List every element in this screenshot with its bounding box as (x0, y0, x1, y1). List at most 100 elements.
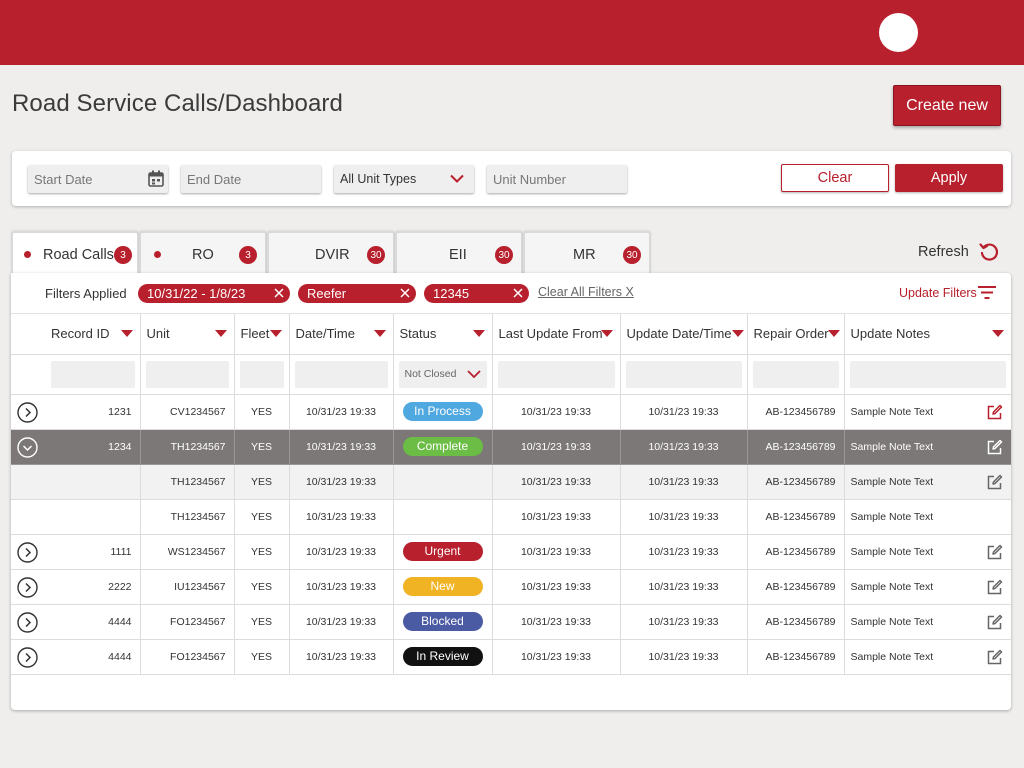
update-notes-cell: Sample Note Text (844, 499, 1011, 535)
unit-number-placeholder: Unit Number (493, 171, 566, 187)
update-filters-link[interactable]: Update Filters (899, 286, 977, 300)
update-date-time-cell: 10/31/23 19:33 (620, 499, 748, 535)
column-header-update-date-time[interactable]: Update Date/Time (620, 314, 748, 355)
update-notes-filter-input[interactable] (849, 360, 1006, 388)
notes-text: Sample Note Text (850, 440, 934, 453)
filter-chip-reefer[interactable]: Reefer (298, 284, 416, 303)
status-filter-select[interactable]: Not Closed (398, 360, 487, 388)
sort-icon[interactable] (373, 330, 386, 337)
filter-icon[interactable] (978, 285, 996, 300)
unit-number-field[interactable]: Unit Number (487, 165, 627, 193)
calendar-icon[interactable] (148, 170, 164, 187)
record-id: 4444 (108, 615, 132, 628)
repair-order-filter-input[interactable] (752, 360, 839, 388)
avatar[interactable] (879, 13, 918, 52)
tab-badge: 30 (495, 246, 513, 264)
chip-label: Reefer (307, 286, 347, 301)
update-date-time-cell: 10/31/23 19:33 (620, 429, 748, 465)
unit-filter-input[interactable] (145, 360, 229, 388)
sort-icon[interactable] (472, 330, 485, 337)
column-label: Last Update From (498, 326, 603, 342)
record-id-cell (11, 499, 141, 535)
clear-all-filters-link[interactable]: Clear All Filters X (538, 285, 634, 299)
table-row[interactable]: 4444 FO1234567 YES 10/31/23 19:33 Blocke… (11, 604, 1011, 640)
edit-icon[interactable] (986, 579, 1003, 596)
sort-icon[interactable] (120, 330, 133, 337)
chevron-right-circle-icon[interactable] (17, 541, 38, 563)
clear-button[interactable]: Clear (781, 164, 889, 192)
start-date-field[interactable]: Start Date (28, 165, 168, 193)
sort-icon[interactable] (269, 330, 282, 337)
edit-icon[interactable] (986, 544, 1003, 561)
table-row[interactable]: 2222 IU1234567 YES 10/31/23 19:33 New 10… (11, 569, 1011, 605)
tab-road-calls[interactable]: Road Calls 3 (11, 231, 139, 274)
update-notes-cell: Sample Note Text (844, 639, 1011, 675)
status-badge: In Review (402, 647, 483, 666)
column-header-update-notes[interactable]: Update Notes (844, 314, 1011, 355)
apply-button[interactable]: Apply (895, 164, 1003, 192)
column-header-last-update-from[interactable]: Last Update From (492, 314, 621, 355)
table-row[interactable]: 1231 CV1234567 YES 10/31/23 19:33 In Pro… (11, 394, 1011, 430)
close-icon[interactable] (274, 288, 284, 298)
edit-icon[interactable] (986, 474, 1003, 491)
last-update-from-filter-input[interactable] (497, 360, 615, 388)
date-time-cell: 10/31/23 19:33 (289, 464, 394, 500)
filter-chip-unit-number[interactable]: 12345 (424, 284, 529, 303)
unit-types-select[interactable]: All Unit Types (334, 165, 474, 193)
column-header-unit[interactable]: Unit (140, 314, 235, 355)
refresh-icon[interactable] (978, 241, 1000, 263)
tab-label: MR (573, 247, 596, 263)
table-row[interactable]: 1234 TH1234567 YES 10/31/23 19:33 Comple… (11, 429, 1011, 465)
edit-icon[interactable] (986, 649, 1003, 666)
sort-icon[interactable] (214, 330, 227, 337)
edit-icon[interactable] (986, 404, 1003, 421)
column-header-record-id[interactable]: Record ID (11, 314, 141, 355)
sort-icon[interactable] (992, 330, 1004, 337)
record-id-cell (11, 464, 141, 500)
table-row[interactable]: 4444 FO1234567 YES 10/31/23 19:33 In Rev… (11, 639, 1011, 675)
close-icon[interactable] (400, 288, 410, 298)
column-header-status[interactable]: Status (393, 314, 493, 355)
chevron-down-circle-icon[interactable] (17, 436, 38, 458)
tab-badge: 30 (623, 246, 641, 264)
refresh-button[interactable]: Refresh (918, 244, 969, 260)
create-new-button[interactable]: Create new (893, 85, 1001, 126)
tab-dvir[interactable]: DVIR 30 (267, 231, 395, 273)
filter-chip-date-range[interactable]: 10/31/22 - 1/8/23 (138, 284, 290, 303)
tab-mr[interactable]: MR 30 (523, 231, 651, 273)
end-date-field[interactable]: End Date (181, 165, 321, 193)
status-cell: In Review (393, 639, 493, 675)
column-header-fleet[interactable]: Fleet (234, 314, 290, 355)
chevron-right-circle-icon[interactable] (17, 576, 38, 598)
record-id-filter-input[interactable] (51, 360, 135, 388)
record-id: 1231 (108, 405, 132, 418)
repair-order-cell: AB-123456789 (747, 429, 845, 465)
tab-eii[interactable]: EII 30 (395, 231, 523, 273)
sort-icon[interactable] (600, 330, 613, 337)
fleet-filter-input[interactable] (239, 360, 284, 388)
road-calls-table: Record ID Unit Fleet Date/Time Status La… (11, 314, 1011, 675)
tab-ro[interactable]: RO 3 (139, 231, 267, 273)
sort-icon[interactable] (731, 330, 744, 337)
table-row[interactable]: TH1234567 YES 10/31/23 19:33 10/31/23 19… (11, 499, 1011, 535)
chevron-right-circle-icon[interactable] (17, 646, 38, 668)
table-row[interactable]: TH1234567 YES 10/31/23 19:33 10/31/23 19… (11, 464, 1011, 500)
column-header-repair-order[interactable]: Repair Order (747, 314, 845, 355)
tab-badge: 30 (367, 246, 385, 264)
date-time-filter-input[interactable] (294, 360, 388, 388)
edit-icon[interactable] (986, 439, 1003, 456)
record-id-cell: 4444 (11, 604, 141, 640)
edit-icon[interactable] (986, 614, 1003, 631)
update-notes-cell: Sample Note Text (844, 534, 1011, 570)
column-header-date-time[interactable]: Date/Time (289, 314, 394, 355)
end-date-placeholder: End Date (187, 171, 242, 187)
fleet-cell: YES (234, 429, 290, 465)
close-icon[interactable] (513, 288, 523, 298)
chevron-right-circle-icon[interactable] (17, 611, 38, 633)
repair-order-cell: AB-123456789 (747, 464, 845, 500)
sort-icon[interactable] (827, 330, 840, 337)
update-date-time-filter-input[interactable] (625, 360, 742, 388)
table-row[interactable]: 1111 WS1234567 YES 10/31/23 19:33 Urgent… (11, 534, 1011, 570)
chevron-right-circle-icon[interactable] (17, 401, 38, 423)
unit-cell: CV1234567 (140, 394, 235, 430)
